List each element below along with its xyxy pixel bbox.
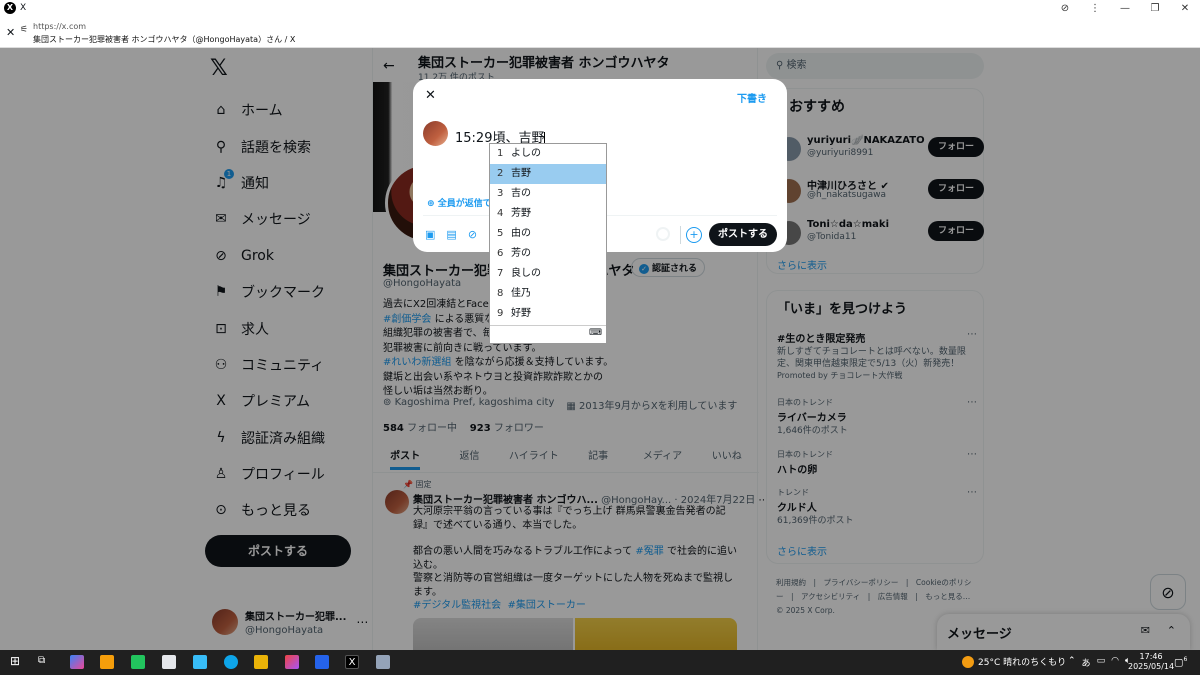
page-title: 集団ストーカー犯罪被害者 ホンゴウハヤタ（@HongoHayata）さん / X: [33, 35, 296, 44]
candidate-text: 芳の: [511, 248, 531, 259]
close-window-button[interactable]: ✕: [1170, 3, 1200, 14]
ime-candidate-window: 1 よしの 2 吉野 3 吉の 4 芳野 5 由の 6 芳の 7 良しの 8 佳乃 9 好野 ⌨: [489, 143, 607, 344]
reply-settings-button[interactable]: ⊕ 全員が返信で: [427, 196, 492, 209]
x-app-icon[interactable]: X: [345, 655, 359, 669]
chevron-up-icon[interactable]: ⌃: [1068, 656, 1076, 669]
language-icon[interactable]: あ: [1082, 656, 1091, 669]
task-view-icon[interactable]: ⧉: [38, 655, 52, 669]
ime-candidate[interactable]: 9 好野: [490, 304, 606, 324]
x-logo-icon: X: [4, 2, 16, 14]
candidate-text: 吉の: [511, 188, 531, 199]
ime-candidate[interactable]: 7 良しの: [490, 264, 606, 284]
tab-title: X: [20, 3, 27, 13]
store-icon[interactable]: [100, 655, 114, 669]
candidate-text: よしの: [511, 148, 541, 159]
kebab-menu-icon[interactable]: ⋮: [1080, 3, 1110, 14]
candidate-text: 芳野: [511, 208, 531, 219]
minimize-button[interactable]: —: [1110, 3, 1140, 14]
ime-candidate[interactable]: 2 吉野: [490, 164, 606, 184]
calendar-app-icon[interactable]: [162, 655, 176, 669]
restore-button[interactable]: ❐: [1140, 3, 1170, 14]
close-icon[interactable]: ✕: [425, 88, 436, 103]
candidate-number: 3: [497, 188, 504, 199]
divider: [680, 226, 681, 244]
notification-icon[interactable]: ▢6: [1174, 656, 1187, 668]
ime-candidate[interactable]: 5 由の: [490, 224, 606, 244]
grok-icon[interactable]: ⊘: [468, 228, 477, 241]
candidate-number: 5: [497, 228, 504, 239]
outlook-icon[interactable]: [315, 655, 329, 669]
system-tray: ⌃ あ ▭ ◠ 🔈︎: [1068, 656, 1130, 669]
ime-candidate[interactable]: 1 よしの: [490, 144, 606, 164]
ime-candidate[interactable]: 4 芳野: [490, 204, 606, 224]
wifi-icon[interactable]: ◠: [1111, 656, 1119, 669]
gif-icon[interactable]: ▤: [446, 228, 456, 241]
candidate-text: 由の: [511, 228, 531, 239]
window-titlebar: X X ⊘ ⋮ — ❐ ✕: [0, 0, 1200, 16]
globe-icon: ⊕: [427, 199, 438, 209]
compose-toolbar: ▣ ▤ ⊘: [425, 228, 477, 241]
candidate-number: 8: [497, 288, 504, 299]
candidate-text: 良しの: [511, 268, 541, 279]
add-post-icon[interactable]: +: [686, 227, 702, 243]
site-settings-icon[interactable]: ⚟: [20, 25, 28, 35]
candidate-number: 2: [497, 168, 504, 179]
ime-footer: ⌨: [490, 325, 606, 343]
address-bar[interactable]: ✕ ⚟ https://x.com 集団ストーカー犯罪被害者 ホンゴウハヤタ（@…: [0, 16, 1200, 48]
weather-widget[interactable]: 25°C 晴れのちくもり: [962, 655, 1066, 668]
eye-off-icon[interactable]: ⊘: [1050, 3, 1080, 14]
image-icon[interactable]: ▣: [425, 228, 435, 241]
candidate-number: 1: [497, 148, 504, 159]
candidate-number: 4: [497, 208, 504, 219]
url-text[interactable]: https://x.com: [33, 22, 86, 31]
app-icon[interactable]: [131, 655, 145, 669]
windows-taskbar: ⊞ ⧉ X 25°C 晴れのちくもり ⌃ あ ▭ ◠ 🔈︎ 17:46 2025/…: [0, 650, 1200, 675]
windows-start-icon[interactable]: ⊞: [10, 654, 20, 668]
candidate-text: 佳乃: [511, 288, 531, 299]
edge-icon[interactable]: [224, 655, 238, 669]
network-icon[interactable]: ▭: [1097, 656, 1106, 669]
file-explorer-icon[interactable]: [254, 655, 268, 669]
photos-icon[interactable]: [193, 655, 207, 669]
app-icon[interactable]: [285, 655, 299, 669]
avatar: [423, 121, 448, 146]
weather-sun-icon: [962, 655, 974, 668]
ime-candidate[interactable]: 3 吉の: [490, 184, 606, 204]
close-icon[interactable]: ✕: [6, 26, 15, 39]
clock[interactable]: 17:46 2025/05/14: [1128, 652, 1174, 672]
candidate-text: 吉野: [511, 168, 531, 179]
drafts-button[interactable]: 下書き: [737, 90, 767, 105]
char-count-ring: [656, 227, 670, 241]
candidate-text: 好野: [511, 308, 531, 319]
copilot-icon[interactable]: [70, 655, 84, 669]
candidate-number: 6: [497, 248, 504, 259]
candidate-number: 7: [497, 268, 504, 279]
keyboard-icon[interactable]: ⌨: [589, 328, 602, 338]
ime-candidate[interactable]: 6 芳の: [490, 244, 606, 264]
ime-candidate[interactable]: 8 佳乃: [490, 284, 606, 304]
notepad-icon[interactable]: [376, 655, 390, 669]
candidate-number: 9: [497, 308, 504, 319]
compose-post-button[interactable]: ポストする: [709, 223, 777, 246]
window-controls: ⊘ ⋮ — ❐ ✕: [1050, 0, 1200, 16]
